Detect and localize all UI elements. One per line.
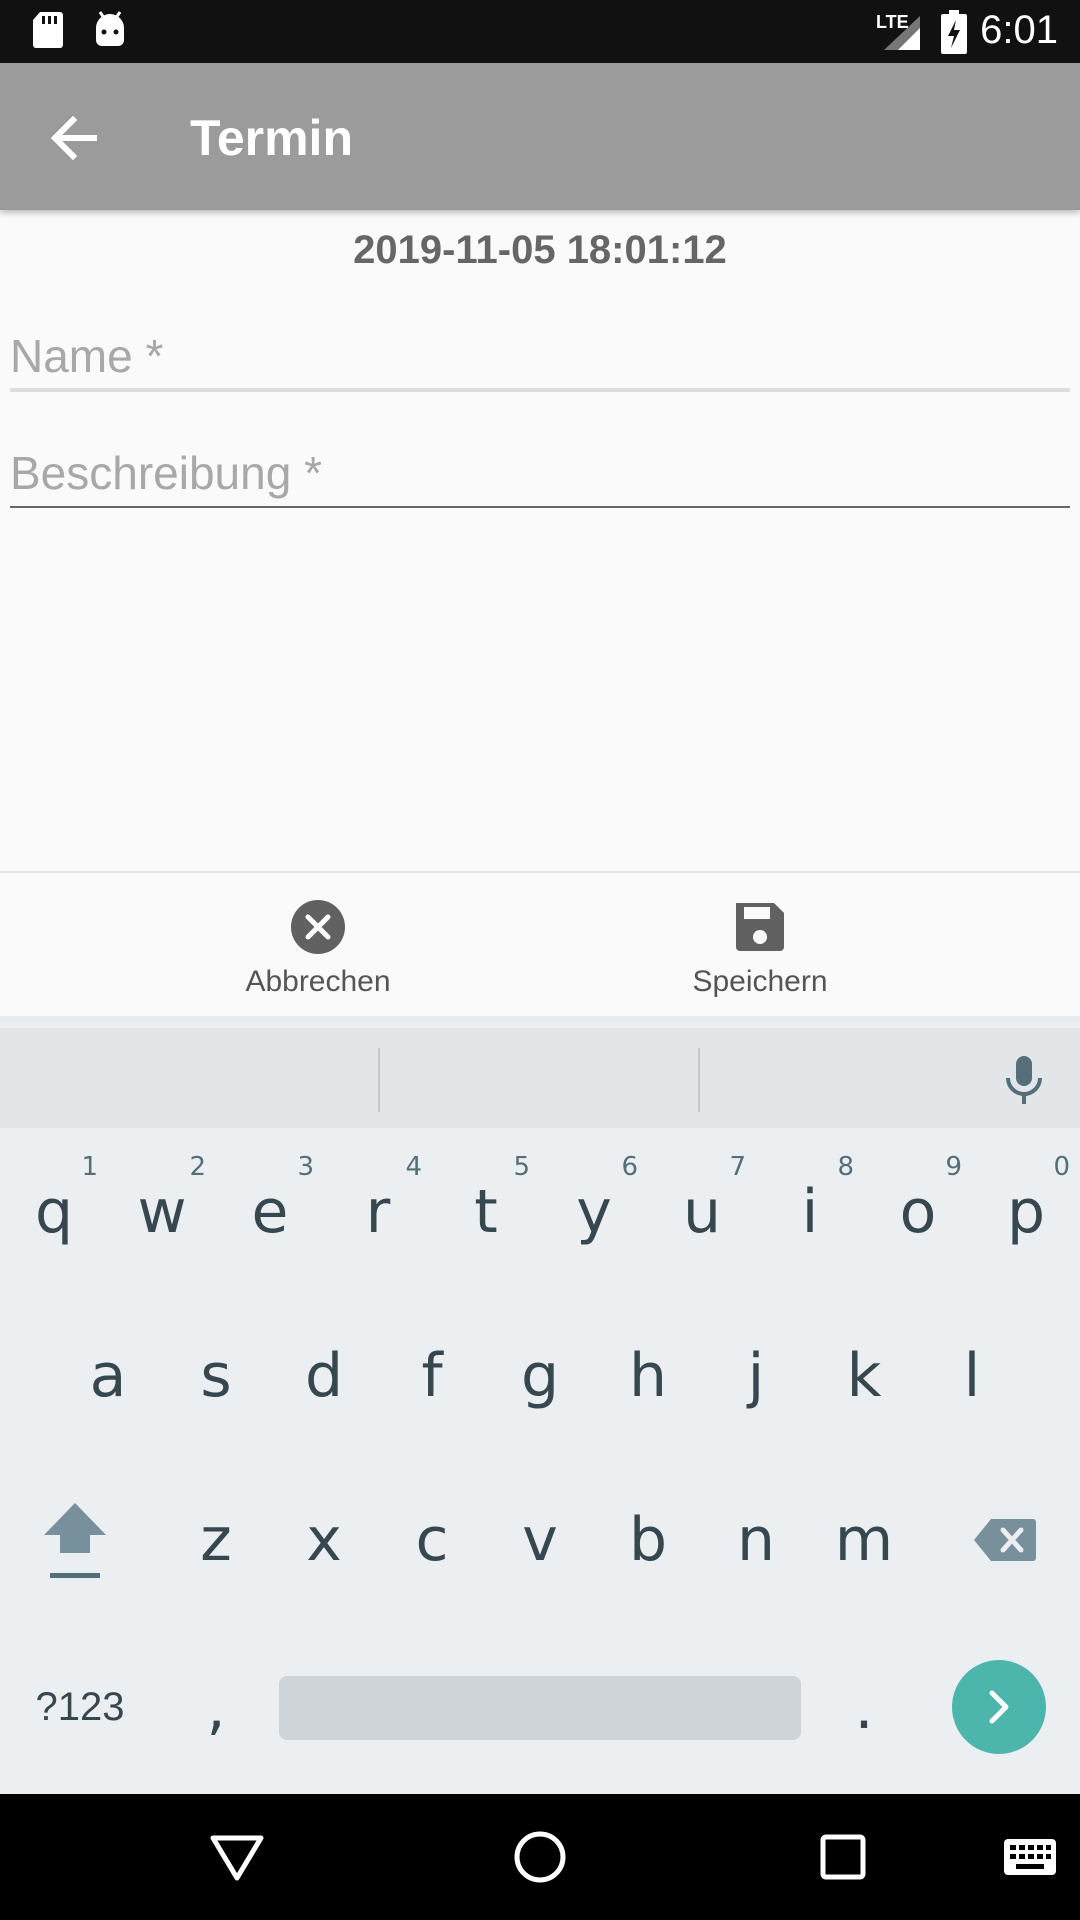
key-p[interactable]: p0: [972, 1142, 1080, 1282]
key-d[interactable]: d: [270, 1306, 378, 1446]
key-f[interactable]: f: [378, 1306, 486, 1446]
key-x[interactable]: x: [270, 1470, 378, 1610]
key-hint: 9: [945, 1152, 962, 1182]
key-o[interactable]: o9: [864, 1142, 972, 1282]
key-z[interactable]: z: [162, 1470, 270, 1610]
key-r[interactable]: r4: [324, 1142, 432, 1282]
suggestion-divider: [698, 1048, 700, 1112]
key-y[interactable]: y6: [540, 1142, 648, 1282]
keyboard-switch-button[interactable]: [992, 1822, 1068, 1892]
key-hint: 6: [621, 1152, 638, 1182]
description-input[interactable]: [10, 428, 1070, 506]
status-bar: LTE 6:01: [0, 0, 1080, 63]
key-hint: 4: [405, 1152, 422, 1182]
suggestion-strip: [0, 1028, 1080, 1128]
name-field: [10, 312, 1070, 392]
key-i[interactable]: i8: [756, 1142, 864, 1282]
comma-key[interactable]: ,: [162, 1638, 270, 1778]
back-triangle-icon: [210, 1835, 264, 1881]
cancel-button[interactable]: Abbrechen: [168, 897, 468, 999]
key-h[interactable]: h: [594, 1306, 702, 1446]
key-label: u: [682, 1177, 722, 1247]
key-label: i: [801, 1177, 819, 1247]
key-s[interactable]: s: [162, 1306, 270, 1446]
key-label: r: [365, 1177, 391, 1247]
action-bar: Abbrechen Speichern: [0, 871, 1080, 1016]
sd-card-icon: [33, 12, 63, 48]
nav-back-button[interactable]: [202, 1822, 272, 1892]
key-hint: 8: [837, 1152, 854, 1182]
battery-charging-icon: [941, 10, 967, 54]
key-t[interactable]: t5: [432, 1142, 540, 1282]
arrow-left-icon: [50, 116, 97, 160]
nav-recents-button[interactable]: [808, 1822, 878, 1892]
cancel-circle-icon: [291, 900, 345, 954]
microphone-icon[interactable]: [994, 1050, 1054, 1110]
key-m[interactable]: m: [810, 1470, 918, 1610]
key-b[interactable]: b: [594, 1470, 702, 1610]
chevron-right-icon: [989, 1690, 1009, 1724]
nav-home-button[interactable]: [505, 1822, 575, 1892]
clock: 6:01: [980, 8, 1058, 52]
key-c[interactable]: c: [378, 1470, 486, 1610]
key-label: p: [1006, 1177, 1046, 1247]
soft-keyboard: q1 w2 e3 r4 t5 y6 u7 i8 o9 p0 a s d f g …: [0, 1016, 1080, 1794]
space-bar[interactable]: [279, 1676, 801, 1740]
key-w[interactable]: w2: [108, 1142, 216, 1282]
page-title: Termin: [190, 110, 353, 166]
recents-square-icon: [820, 1834, 866, 1880]
key-label: q: [34, 1177, 74, 1247]
key-hint: 3: [297, 1152, 314, 1182]
key-g[interactable]: g: [486, 1306, 594, 1446]
shift-arrow-icon: [44, 1503, 106, 1578]
android-debug-icon: [96, 11, 124, 46]
suggestion-divider: [378, 1048, 380, 1112]
key-label: e: [251, 1177, 289, 1247]
description-field: [10, 428, 1070, 508]
save-button[interactable]: Speichern: [610, 897, 910, 999]
system-nav-bar: [0, 1794, 1080, 1920]
key-u[interactable]: u7: [648, 1142, 756, 1282]
key-hint: 5: [513, 1152, 530, 1182]
backspace-icon: [974, 1519, 1036, 1561]
go-key[interactable]: [952, 1660, 1046, 1754]
save-label: Speichern: [692, 965, 828, 998]
key-k[interactable]: k: [810, 1306, 918, 1446]
key-hint: 1: [81, 1152, 98, 1182]
key-label: t: [474, 1177, 498, 1247]
key-q[interactable]: q1: [0, 1142, 108, 1282]
key-j[interactable]: j: [702, 1306, 810, 1446]
key-a[interactable]: a: [54, 1306, 162, 1446]
key-n[interactable]: n: [702, 1470, 810, 1610]
signal-icon: [884, 16, 920, 50]
floppy-disk-icon: [736, 903, 784, 951]
back-button[interactable]: [38, 103, 108, 173]
name-input[interactable]: [10, 312, 1070, 388]
keyboard-switch-icon: [1004, 1839, 1056, 1875]
home-circle-icon: [514, 1831, 566, 1883]
cancel-label: Abbrechen: [245, 965, 391, 998]
shift-key[interactable]: [20, 1472, 130, 1612]
key-hint: 7: [729, 1152, 746, 1182]
key-label: o: [899, 1177, 937, 1247]
backspace-key[interactable]: [950, 1470, 1060, 1610]
period-key[interactable]: .: [810, 1638, 918, 1778]
key-label: y: [576, 1177, 612, 1247]
symbols-key[interactable]: ?123: [20, 1672, 140, 1742]
key-hint: 0: [1053, 1152, 1070, 1182]
app-bar: Termin: [0, 63, 1080, 210]
key-label: w: [137, 1177, 187, 1247]
key-l[interactable]: l: [918, 1306, 1026, 1446]
appointment-timestamp: 2019-11-05 18:01:12: [353, 228, 727, 272]
key-e[interactable]: e3: [216, 1142, 324, 1282]
key-v[interactable]: v: [486, 1470, 594, 1610]
key-hint: 2: [189, 1152, 206, 1182]
